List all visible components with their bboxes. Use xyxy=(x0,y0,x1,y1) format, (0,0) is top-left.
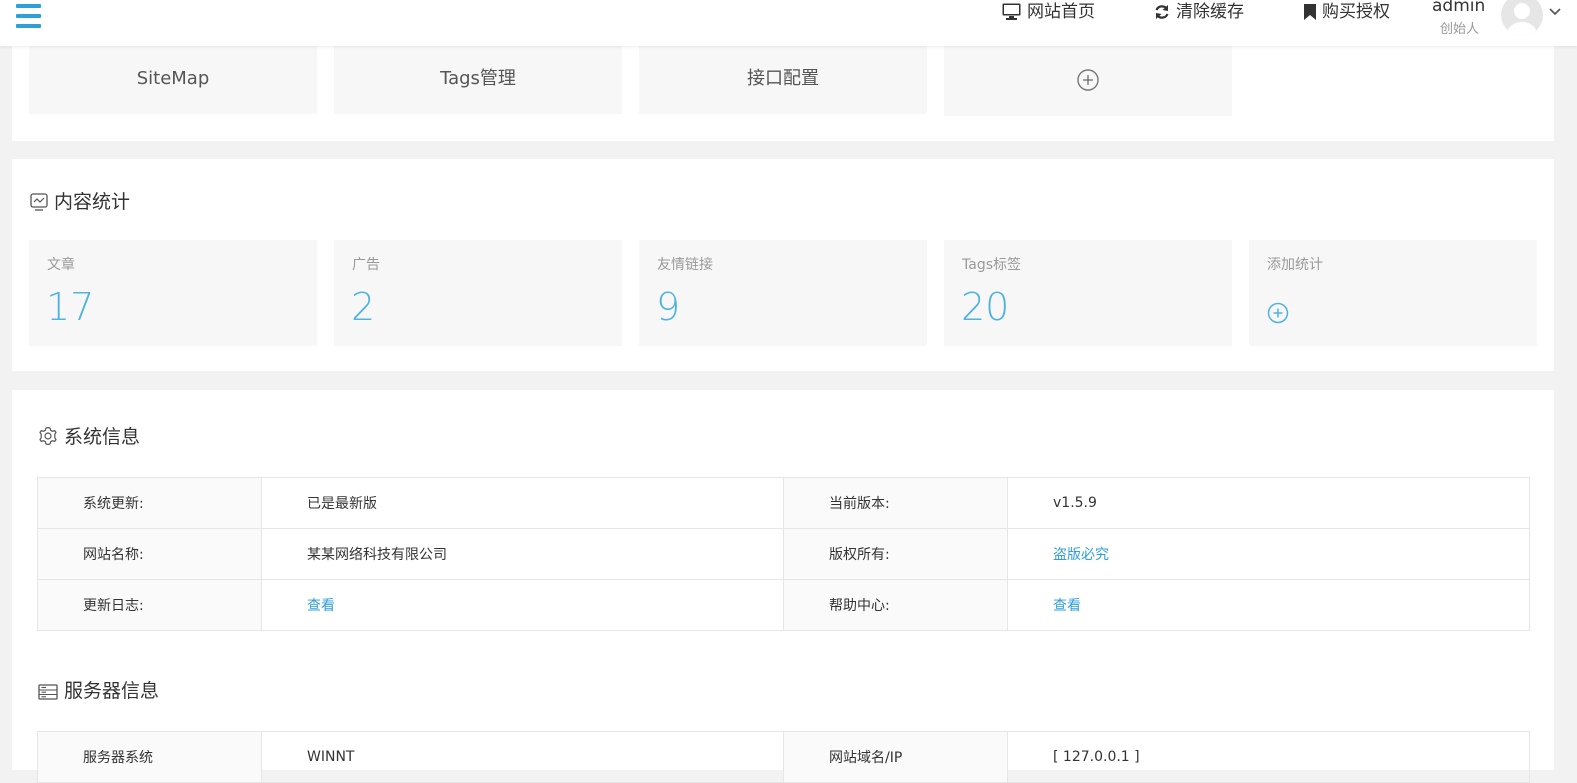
table-row: 网站名称: 某某网络科技有限公司 版权所有: 盗版必究 xyxy=(37,528,1530,580)
user-silhouette-icon xyxy=(1507,3,1537,36)
sitemap-button[interactable]: SiteMap xyxy=(29,46,317,114)
plus-circle-icon[interactable] xyxy=(1267,302,1289,324)
add-shortcut-button[interactable] xyxy=(944,46,1232,116)
cell-label: 帮助中心: xyxy=(783,579,1008,631)
cell-value: WINNT xyxy=(261,731,784,783)
cell-value: [ 127.0.0.1 ] xyxy=(1007,731,1530,783)
stat-card-links[interactable]: 友情链接 9 xyxy=(639,240,927,346)
monitor-icon xyxy=(1002,3,1021,20)
server-info-heading: 服务器信息 xyxy=(38,676,159,703)
user-avatar[interactable] xyxy=(1501,0,1543,36)
system-info-panel: 系统信息 系统更新: 已是最新版 当前版本: v1.5.9 网站名称: 某某网络… xyxy=(12,390,1554,783)
stat-label: Tags标签 xyxy=(962,257,1021,273)
table-row: 系统更新: 已是最新版 当前版本: v1.5.9 xyxy=(37,477,1530,529)
cell-value: 某某网络科技有限公司 xyxy=(261,528,784,580)
changelog-link[interactable]: 查看 xyxy=(307,598,335,614)
chart-screen-icon xyxy=(30,193,48,211)
copyright-link[interactable]: 盗版必究 xyxy=(1053,547,1109,563)
stat-card-add[interactable]: 添加统计 xyxy=(1249,240,1537,346)
cell-label: 网站域名/IP xyxy=(783,731,1008,783)
stat-value: 2 xyxy=(351,285,376,329)
stat-value: 20 xyxy=(961,285,1010,329)
top-header: 网站首页 清除缓存 购买授权 admin 创始人 xyxy=(0,0,1577,46)
stat-card-articles[interactable]: 文章 17 xyxy=(29,240,317,346)
content-stats-panel: 内容统计 文章 17 广告 2 友情链接 9 Tags标签 20 添加统计 xyxy=(12,159,1554,371)
site-home-link[interactable]: 网站首页 xyxy=(1002,0,1095,24)
menu-toggle-icon[interactable] xyxy=(16,4,41,28)
buy-license-label: 购买授权 xyxy=(1322,2,1390,22)
content-stats-title: 内容统计 xyxy=(54,191,131,213)
cell-label: 服务器系统 xyxy=(37,731,262,783)
system-info-table: 系统更新: 已是最新版 当前版本: v1.5.9 网站名称: 某某网络科技有限公… xyxy=(37,477,1530,631)
cell-label: 网站名称: xyxy=(37,528,262,580)
user-name[interactable]: admin xyxy=(1432,0,1485,16)
content-stats-heading: 内容统计 xyxy=(30,187,130,214)
plus-circle-icon xyxy=(1077,69,1099,91)
refresh-icon xyxy=(1155,5,1169,19)
api-config-button[interactable]: 接口配置 xyxy=(639,46,927,114)
stat-card-tags[interactable]: Tags标签 20 xyxy=(944,240,1232,346)
stat-card-ads[interactable]: 广告 2 xyxy=(334,240,622,346)
tags-manage-button[interactable]: Tags管理 xyxy=(334,46,622,114)
stat-label: 广告 xyxy=(352,257,380,273)
help-center-link[interactable]: 查看 xyxy=(1053,598,1081,614)
quick-actions-panel: SiteMap Tags管理 接口配置 xyxy=(12,46,1554,141)
system-info-heading: 系统信息 xyxy=(38,422,140,449)
server-icon xyxy=(38,684,58,700)
clear-cache-link[interactable]: 清除缓存 xyxy=(1154,0,1244,24)
site-home-label: 网站首页 xyxy=(1027,2,1095,22)
stat-label: 友情链接 xyxy=(657,257,713,273)
buy-license-link[interactable]: 购买授权 xyxy=(1304,0,1390,24)
cell-label: 版权所有: xyxy=(783,528,1008,580)
cell-value: 查看 xyxy=(261,579,784,631)
cell-value: 盗版必究 xyxy=(1007,528,1530,580)
clear-cache-label: 清除缓存 xyxy=(1176,2,1244,22)
stat-label: 文章 xyxy=(47,257,75,273)
cell-label: 系统更新: xyxy=(37,477,262,529)
bookmark-icon xyxy=(1304,4,1316,20)
stat-value: 9 xyxy=(656,285,681,329)
system-info-title: 系统信息 xyxy=(64,426,141,448)
gear-icon xyxy=(39,426,57,446)
cell-value: 已是最新版 xyxy=(261,477,784,529)
server-info-title: 服务器信息 xyxy=(64,680,160,702)
chevron-down-icon[interactable] xyxy=(1549,8,1561,16)
cell-value: v1.5.9 xyxy=(1007,477,1530,529)
cell-value: 查看 xyxy=(1007,579,1530,631)
cell-label: 更新日志: xyxy=(37,579,262,631)
add-stat-label: 添加统计 xyxy=(1267,257,1323,273)
table-row: 服务器系统 WINNT 网站域名/IP [ 127.0.0.1 ] xyxy=(37,731,1530,783)
user-role: 创始人 xyxy=(1440,22,1480,37)
server-info-table: 服务器系统 WINNT 网站域名/IP [ 127.0.0.1 ] xyxy=(37,731,1530,783)
cell-label: 当前版本: xyxy=(783,477,1008,529)
table-row: 更新日志: 查看 帮助中心: 查看 xyxy=(37,579,1530,631)
stat-value: 17 xyxy=(46,285,95,329)
